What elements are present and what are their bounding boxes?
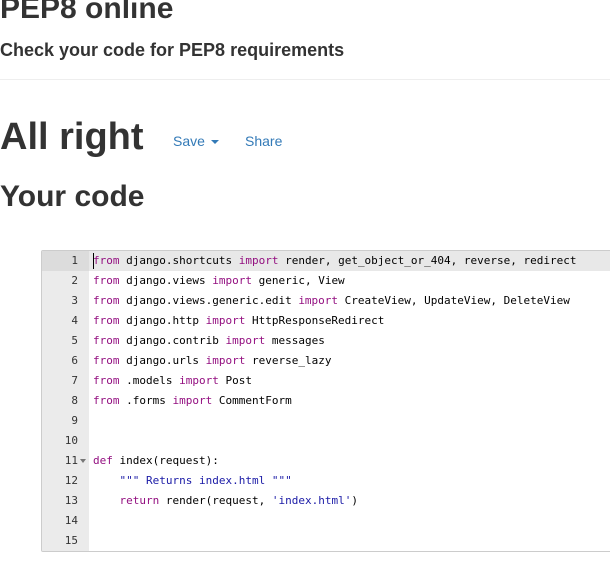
share-link[interactable]: Share [245, 133, 282, 149]
line-number: 10 [64, 434, 78, 447]
result-heading: All right [0, 116, 144, 158]
code-line[interactable]: 14 [42, 511, 610, 531]
line-number: 1 [42, 251, 89, 271]
fold-arrow-icon[interactable] [80, 459, 86, 463]
code-token: render, get_object_or_404, reverse, redi… [278, 254, 577, 267]
code-line[interactable]: 13 return render(request, 'index.html') [42, 491, 610, 511]
code-keyword: def [93, 454, 113, 467]
code-token: ) [351, 494, 358, 507]
code-token: django.http [119, 314, 206, 327]
code-line[interactable]: 4 from django.http import HttpResponseRed… [42, 311, 610, 331]
code-keyword: return [119, 494, 160, 507]
code-text: from django.urls import reverse_lazy [93, 351, 331, 371]
line-number: 9 [71, 414, 78, 427]
code-text: from django.http import HttpResponseRedi… [93, 311, 384, 331]
code-line[interactable]: 5 from django.contrib import messages [42, 331, 610, 351]
code-line[interactable]: 7 from .models import Post [42, 371, 610, 391]
site-subtitle: Check your code for PEP8 requirements [0, 40, 345, 60]
code-keyword: import [298, 294, 339, 307]
code-token: reverse_lazy [245, 354, 332, 367]
code-token: django.contrib [119, 334, 226, 347]
line-number: 3 [71, 294, 78, 307]
page: PEP8 online Check your code for PEP8 req… [0, 0, 610, 567]
code-token: django.urls [119, 354, 206, 367]
code-text: from django.views import generic, View [93, 271, 345, 291]
code-text: from .models import Post [93, 371, 252, 391]
line-number: 12 [64, 474, 78, 487]
line-number: 6 [71, 354, 78, 367]
code-token: CreateView, UpdateView, DeleteView [338, 294, 570, 307]
code-text: return render(request, 'index.html') [93, 491, 358, 511]
code-text: from django.views.generic.edit import Cr… [93, 291, 570, 311]
code-keyword: import [212, 274, 252, 287]
code-line[interactable]: 9 [42, 411, 610, 431]
line-number: 15 [64, 534, 78, 547]
code-keyword: import [205, 314, 246, 327]
code-text: from django.contrib import messages [93, 331, 325, 351]
code-keyword: from [93, 354, 120, 367]
code-token: render(request, [159, 494, 272, 507]
code-token: messages [265, 334, 325, 347]
text-cursor [93, 253, 94, 269]
code-string: """ Returns index.html """ [119, 474, 292, 487]
divider [0, 79, 610, 80]
code-keyword: import [179, 374, 219, 387]
code-text: def index(request): [93, 451, 219, 471]
code-line[interactable]: 12 """ Returns index.html """ [42, 471, 610, 491]
code-token: .forms [119, 394, 173, 407]
code-token: Post [218, 374, 252, 387]
line-number: 8 [71, 394, 78, 407]
code-token: django.views.generic.edit [119, 294, 299, 307]
site-title: PEP8 online [0, 0, 174, 25]
code-token: index(request): [112, 454, 219, 467]
code-token: django.views [119, 274, 213, 287]
code-token: CommentForm [212, 394, 292, 407]
save-dropdown-button[interactable]: Save [173, 133, 219, 149]
code-editor[interactable]: 1 from django.shortcuts import render, ge… [41, 250, 610, 552]
code-line[interactable]: 10 [42, 431, 610, 451]
code-line[interactable]: 3 from django.views.generic.edit import C… [42, 291, 610, 311]
code-token: .models [119, 374, 180, 387]
code-heading: Your code [0, 180, 145, 213]
code-line[interactable]: 15 [42, 531, 610, 551]
code-keyword: import [238, 254, 279, 267]
code-text: from .forms import CommentForm [93, 391, 292, 411]
caret-down-icon [210, 140, 219, 144]
code-keyword: from [93, 314, 120, 327]
line-number: 14 [64, 514, 78, 527]
code-keyword: from [93, 294, 120, 307]
code-token: django.shortcuts [119, 254, 239, 267]
code-line[interactable]: 11 def index(request): [42, 451, 610, 471]
line-number: 13 [64, 494, 78, 507]
code-keyword: from [93, 374, 120, 387]
save-button-label: Save [173, 133, 205, 149]
code-token: generic, View [251, 274, 345, 287]
line-number: 2 [71, 274, 78, 287]
line-number: 4 [71, 314, 78, 327]
code-line[interactable]: 8 from .forms import CommentForm [42, 391, 610, 411]
code-keyword: from [93, 274, 120, 287]
code-line[interactable]: 2 from django.views import generic, View [42, 271, 610, 291]
code-text: """ Returns index.html """ [93, 471, 292, 491]
code-keyword: import [172, 394, 213, 407]
line-number: 7 [71, 374, 78, 387]
code-keyword: from [93, 334, 120, 347]
code-keyword: import [205, 354, 246, 367]
code-line[interactable]: 1 from django.shortcuts import render, ge… [42, 251, 610, 271]
code-token: HttpResponseRedirect [245, 314, 385, 327]
code-keyword: from [93, 254, 120, 267]
code-line[interactable]: 6 from django.urls import reverse_lazy [42, 351, 610, 371]
code-keyword: import [225, 334, 266, 347]
code-keyword: from [93, 394, 120, 407]
line-number: 5 [71, 334, 78, 347]
code-string: 'index.html' [271, 494, 352, 507]
code-text: from django.shortcuts import render, get… [93, 251, 576, 271]
